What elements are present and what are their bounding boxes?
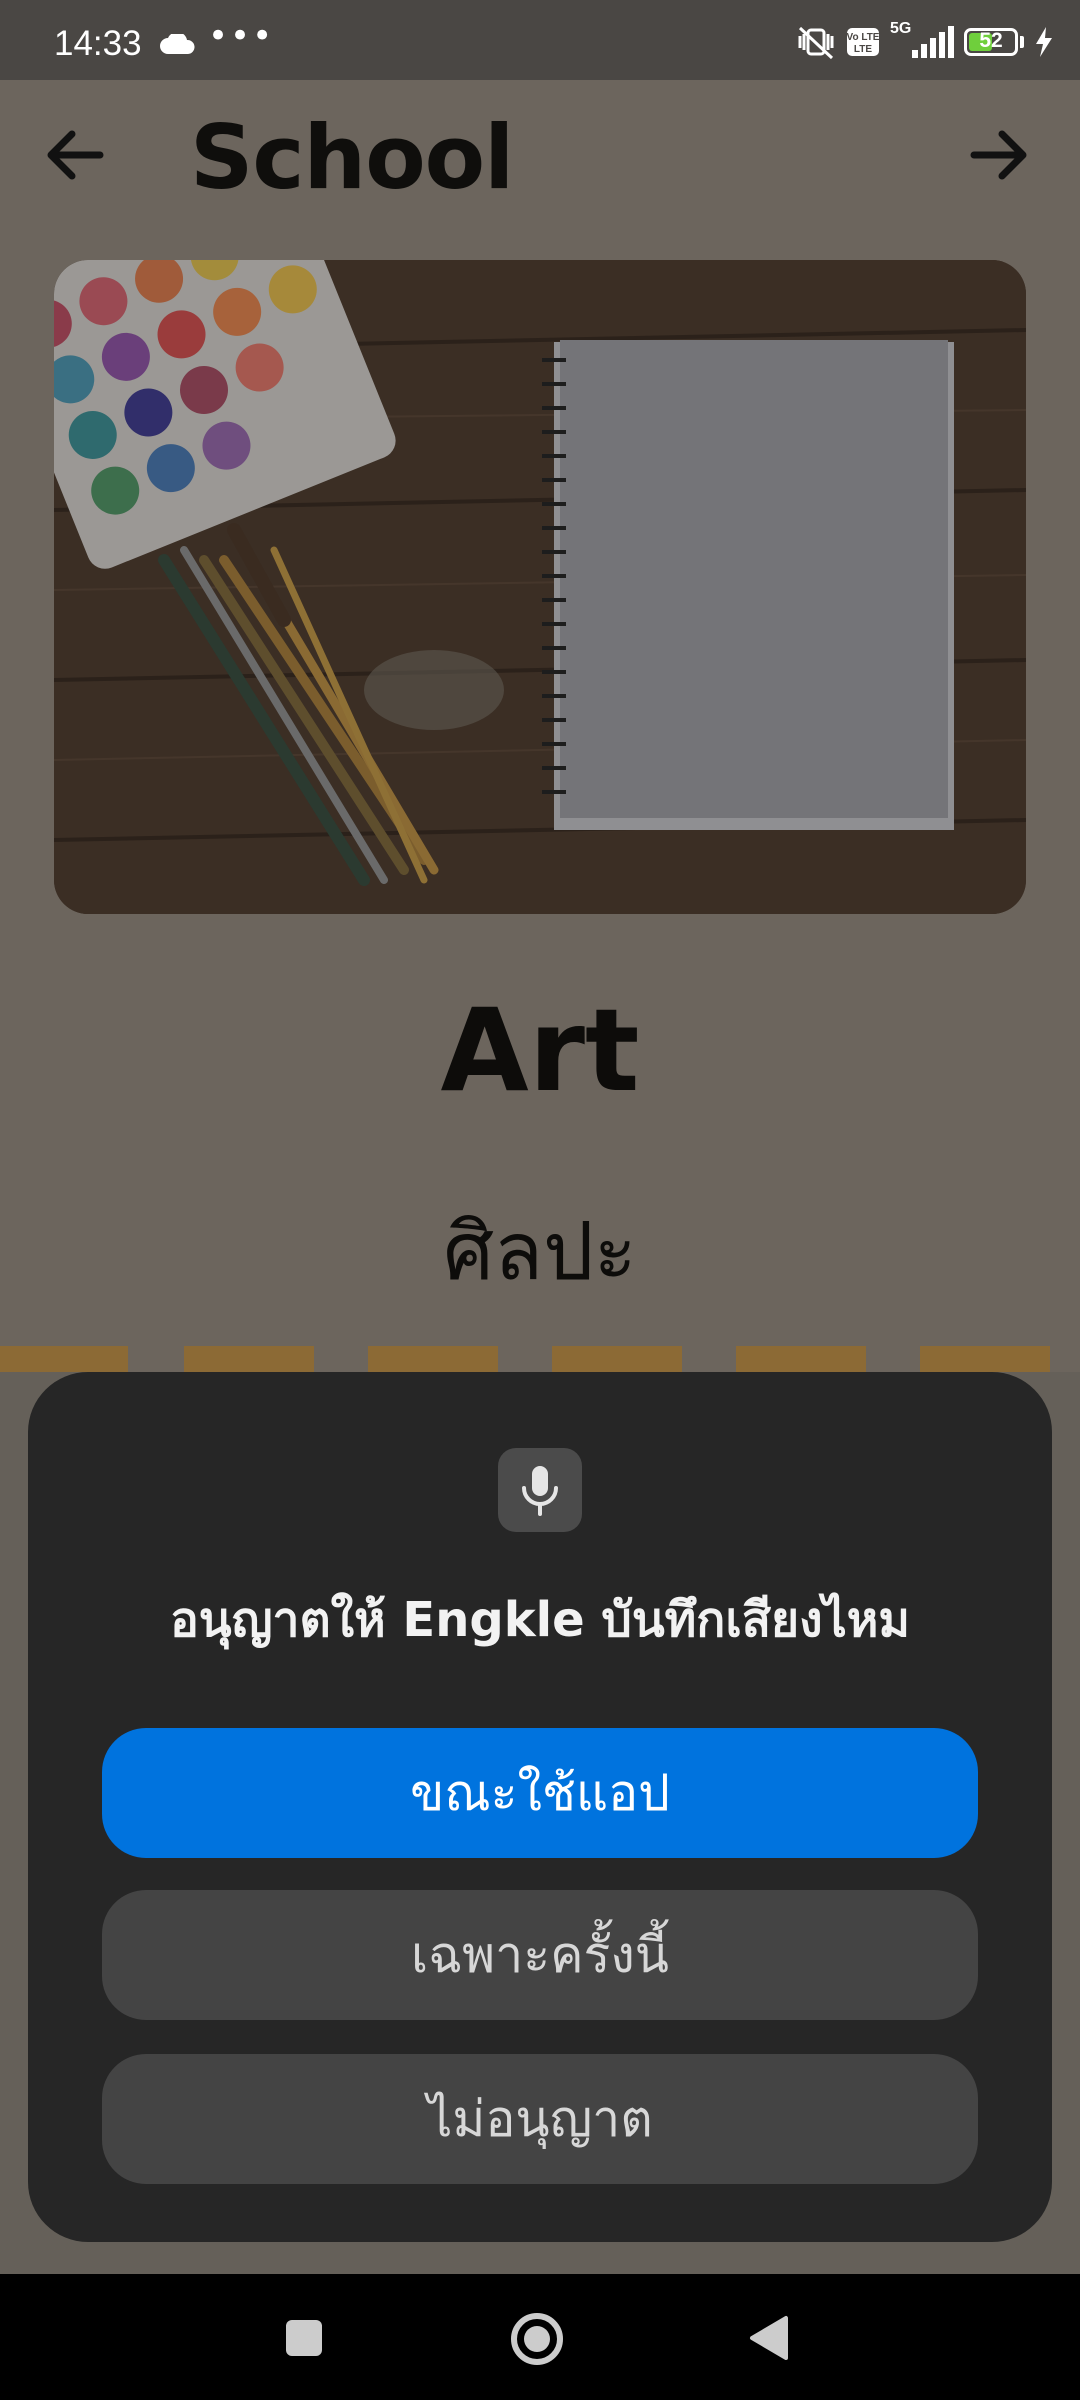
status-icons: Vo LTE LTE 5G 52	[796, 20, 1054, 62]
volte-label: Vo LTE	[847, 32, 880, 43]
svg-text:LTE: LTE	[854, 44, 872, 55]
microphone-permission-dialog: อนุญาตให้ Engkle บันทึกเสียงไหม ขณะใช้แอ…	[28, 1372, 1052, 2242]
art-supplies-image	[54, 260, 1026, 914]
status-bar: 14:33 ••• Vo LTE LTE 5G 52	[0, 0, 1080, 80]
allow-while-using-button[interactable]: ขณะใช้แอป	[102, 1728, 978, 1858]
microphone-icon-container	[498, 1448, 582, 1532]
dialog-title: อนุญาตให้ Engkle บันทึกเสียงไหม	[169, 1592, 911, 1648]
home-button[interactable]	[510, 2312, 564, 2366]
battery-icon: 52	[964, 28, 1018, 56]
status-time: 14:33	[54, 24, 142, 63]
thai-word: ศิลปะ	[443, 1205, 637, 1298]
volte-icon: Vo LTE LTE	[847, 28, 880, 56]
deny-button[interactable]: ไม่อนุญาต	[102, 2054, 978, 2184]
battery-nub	[1020, 36, 1024, 48]
back-button[interactable]	[746, 2314, 790, 2362]
recents-button[interactable]	[286, 2320, 322, 2356]
navigation-bar	[0, 2274, 1080, 2400]
charging-icon	[1036, 27, 1052, 57]
forward-arrow-icon[interactable]	[964, 120, 1034, 190]
cloud-icon	[160, 34, 195, 54]
microphone-icon	[522, 1466, 558, 1516]
page-title: School	[190, 106, 514, 209]
art-illustration	[54, 260, 1026, 914]
battery-level: 52	[979, 29, 1003, 52]
signal-icon: 5G	[890, 20, 954, 60]
allow-once-button[interactable]: เฉพาะครั้งนี้	[102, 1890, 978, 2020]
vibrate-off-icon	[798, 26, 834, 60]
english-word: Art	[440, 984, 640, 1117]
more-notifications-icon: •••	[208, 16, 275, 56]
divider-dashes	[0, 1346, 1080, 1372]
back-arrow-icon[interactable]	[40, 120, 110, 190]
